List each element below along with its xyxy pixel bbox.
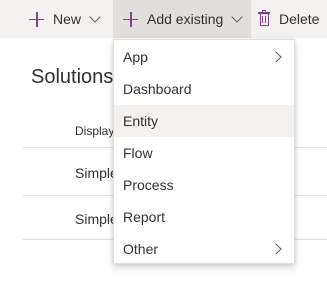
column-header-display-name[interactable]: Display (75, 124, 114, 138)
menu-item-dashboard[interactable]: Dashboard (114, 73, 294, 105)
add-existing-dropdown-menu: App Dashboard Entity Flow Process Report… (113, 39, 295, 264)
delete-button[interactable]: Delete (258, 0, 327, 38)
menu-item-label: App (123, 49, 148, 65)
chevron-down-icon (231, 11, 243, 23)
delete-button-label: Delete (279, 11, 320, 27)
page-title: Solutions (31, 66, 114, 88)
new-button-label: New (53, 11, 82, 27)
add-existing-button-label: Add existing (147, 11, 224, 27)
menu-item-flow[interactable]: Flow (114, 137, 294, 169)
add-existing-button[interactable]: Add existing (113, 0, 251, 38)
menu-item-label: Entity (123, 113, 159, 129)
chevron-right-icon (270, 51, 282, 63)
plus-icon (29, 11, 44, 27)
menu-item-report[interactable]: Report (114, 201, 294, 233)
new-button[interactable]: New (29, 0, 112, 38)
table-row[interactable]: Simple (75, 211, 118, 227)
menu-item-label: Flow (123, 145, 153, 161)
trash-icon (258, 10, 270, 27)
command-bar: New Add existing Delete (0, 0, 327, 38)
menu-item-other[interactable]: Other (114, 233, 294, 265)
menu-item-label: Dashboard (123, 81, 192, 97)
menu-item-app[interactable]: App (114, 41, 294, 73)
table-row[interactable]: Simple (75, 165, 118, 181)
menu-item-process[interactable]: Process (114, 169, 294, 201)
plus-icon (123, 11, 138, 27)
chevron-right-icon (270, 243, 282, 255)
menu-item-entity[interactable]: Entity (114, 105, 294, 137)
chevron-down-icon (89, 11, 101, 23)
menu-item-label: Process (123, 177, 174, 193)
menu-item-label: Report (123, 209, 166, 225)
menu-item-label: Other (123, 241, 159, 257)
